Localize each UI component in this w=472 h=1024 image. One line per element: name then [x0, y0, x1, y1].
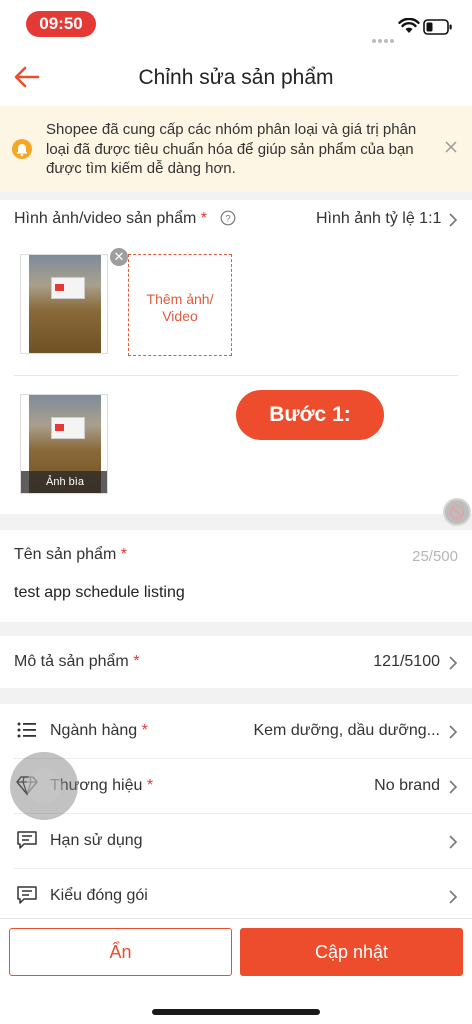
message-icon	[17, 886, 37, 904]
chevron-right-icon[interactable]	[448, 889, 458, 905]
product-name-label: Tên sản phẩm *	[14, 546, 127, 564]
attribute-label: Ngành hàng *	[50, 722, 148, 740]
attribute-label: Kiểu đóng gói	[50, 887, 148, 905]
home-indicator	[152, 1009, 320, 1015]
message-icon	[17, 831, 37, 849]
chevron-right-icon[interactable]	[448, 834, 458, 850]
required-mark: *	[120, 546, 127, 563]
assistive-touch-button[interactable]	[10, 752, 78, 820]
chevron-right-icon[interactable]	[448, 212, 458, 228]
remove-image-icon[interactable]: ✕	[110, 248, 128, 266]
page-title: Chỉnh sửa sản phẩm	[138, 66, 334, 89]
product-description-row[interactable]: Mô tả sản phẩm * 121/5100	[0, 636, 472, 688]
chevron-right-icon[interactable]	[448, 779, 458, 795]
divider	[14, 375, 458, 376]
bottom-action-bar: Ẩn Cập nhật	[0, 918, 472, 1024]
wifi-icon	[398, 18, 420, 33]
attribute-value: Kem dưỡng, dầu dưỡng...	[253, 722, 440, 739]
product-name-section: Tên sản phẩm * 25/500 test app schedule …	[0, 530, 472, 622]
attribute-label: Hạn sử dụng	[50, 832, 143, 850]
chevron-right-icon[interactable]	[448, 655, 458, 671]
attribute-label-text: Ngành hàng	[50, 722, 138, 739]
product-image-thumbnail[interactable]	[20, 254, 108, 354]
app-header: Chỉnh sửa sản phẩm	[0, 48, 472, 106]
step-badge: Bước 1:	[236, 390, 384, 440]
status-time: 09:50	[26, 11, 96, 37]
media-label-text: Hình ảnh/video sản phẩm	[14, 210, 197, 227]
product-name-input[interactable]: test app schedule listing	[14, 584, 185, 602]
image-ratio-link[interactable]: Hình ảnh tỷ lệ 1:1	[316, 210, 441, 228]
attribute-row-expiry[interactable]: Hạn sử dụng	[0, 814, 472, 869]
media-section: Hình ảnh/video sản phẩm * ? Hình ảnh tỷ …	[0, 200, 472, 514]
status-bar: 09:50	[0, 0, 472, 48]
required-mark: *	[200, 210, 208, 227]
svg-text:?: ?	[225, 214, 230, 225]
attribute-label-text: Hạn sử dụng	[50, 832, 143, 849]
update-button[interactable]: Cập nhật	[240, 928, 463, 976]
no-entry-icon[interactable]	[443, 498, 471, 526]
battery-icon	[423, 19, 452, 35]
cover-caption: Ảnh bìa	[21, 471, 107, 493]
cover-image-thumbnail[interactable]: Ảnh bìa	[20, 394, 108, 494]
banner-text: Shopee đã cung cấp các nhóm phân loại và…	[46, 121, 417, 177]
description-char-count: 121/5100	[373, 653, 440, 670]
add-media-button[interactable]: Thêm ảnh/ Video	[128, 254, 232, 356]
attribute-row-category[interactable]: Ngành hàng * Kem dưỡng, dầu dưỡng...	[0, 704, 472, 759]
media-label: Hình ảnh/video sản phẩm *	[14, 210, 207, 228]
info-banner: Shopee đã cung cấp các nhóm phân loại và…	[0, 106, 472, 192]
attribute-value: No brand	[374, 777, 440, 794]
product-description-label-text: Mô tả sản phẩm	[14, 653, 129, 670]
close-icon[interactable]	[444, 140, 458, 154]
list-icon	[17, 722, 36, 738]
required-mark: *	[141, 722, 148, 739]
signal-icon	[372, 30, 396, 48]
product-description-label: Mô tả sản phẩm *	[14, 653, 139, 671]
add-media-label-2: Video	[162, 308, 198, 324]
required-mark: *	[133, 653, 140, 670]
bell-icon	[12, 139, 32, 159]
attribute-row-packaging[interactable]: Kiểu đóng gói	[0, 869, 472, 920]
product-name-char-count: 25/500	[412, 548, 458, 565]
attribute-label-text: Kiểu đóng gói	[50, 887, 148, 904]
add-media-label-1: Thêm ảnh/	[146, 291, 214, 307]
help-icon[interactable]: ?	[220, 210, 236, 226]
product-name-label-text: Tên sản phẩm	[14, 546, 117, 563]
attributes-list: Ngành hàng * Kem dưỡng, dầu dưỡng... Thư…	[0, 704, 472, 920]
chevron-right-icon[interactable]	[448, 724, 458, 740]
required-mark: *	[146, 777, 154, 794]
hide-button[interactable]: Ẩn	[9, 928, 232, 976]
